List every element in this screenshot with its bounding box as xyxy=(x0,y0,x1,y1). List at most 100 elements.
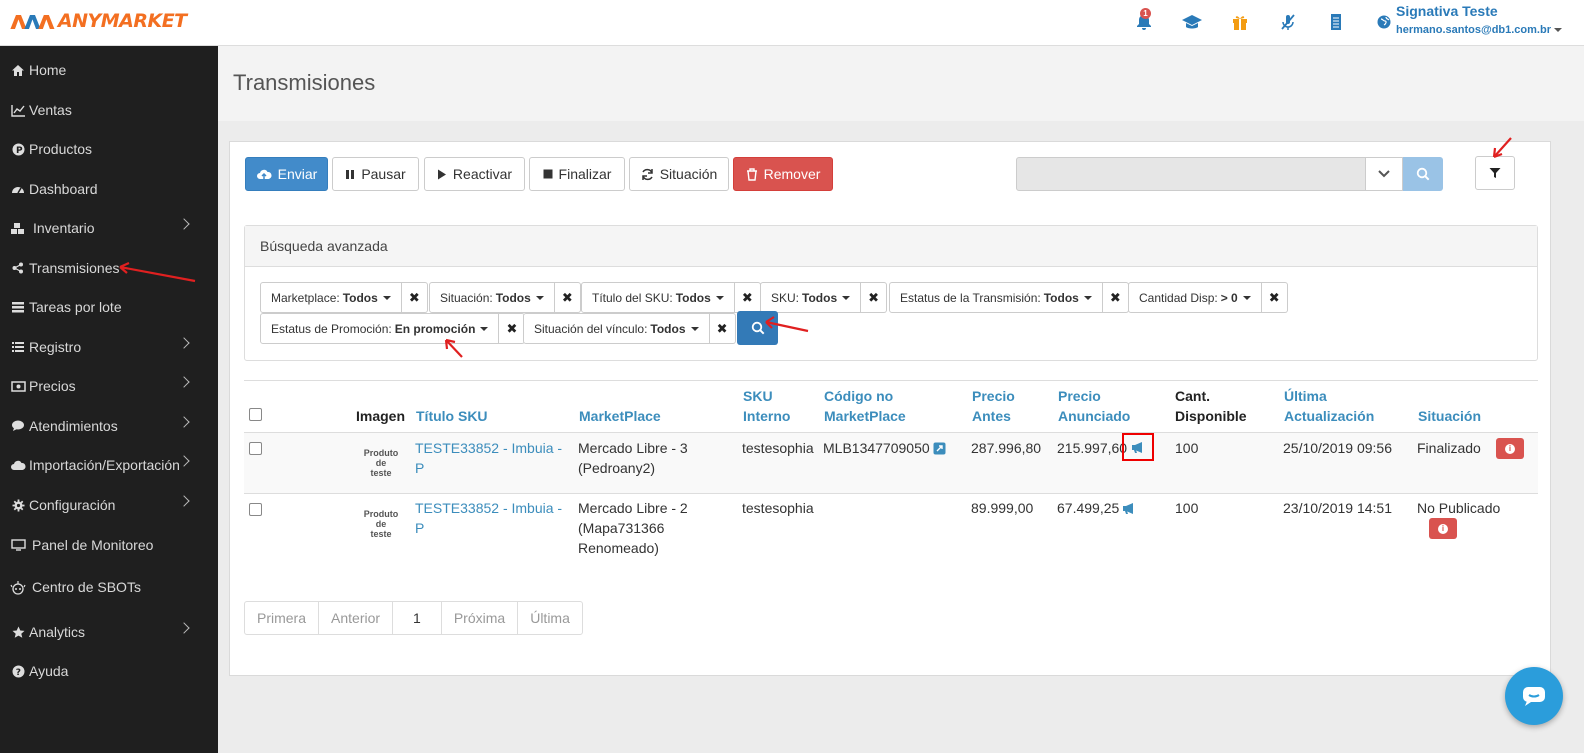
pagination-next[interactable]: Próxima xyxy=(442,602,519,634)
header-precio-anunciado[interactable]: Precio Anunciado xyxy=(1058,386,1130,426)
sku-title-link[interactable]: TESTE33852 - Imbuia - P xyxy=(415,498,562,538)
sidebar-item-registro[interactable]: Registro xyxy=(0,329,218,365)
sidebar-item-ayuda[interactable]: ? Ayuda xyxy=(0,653,218,689)
filter-remove-button[interactable]: ✖ xyxy=(734,282,761,313)
sidebar-item-tareas-por-lote[interactable]: Tareas por lote xyxy=(0,289,218,325)
pause-icon xyxy=(346,169,355,179)
sidebar-item-importacion[interactable]: Importación/Exportación xyxy=(0,447,218,483)
filter-titulo-sku-dropdown[interactable]: Título del SKU: Todos xyxy=(581,282,735,313)
sidebar-item-dashboard[interactable]: Dashboard xyxy=(0,171,218,207)
sidebar-item-label: Transmisiones xyxy=(29,260,120,276)
sidebar-item-label: Centro de SBOTs xyxy=(32,579,141,595)
header-titulo-sku[interactable]: Título SKU xyxy=(416,406,488,426)
header-situacion[interactable]: Situación xyxy=(1418,406,1481,426)
sku-title-link[interactable]: TESTE33852 - Imbuia - P xyxy=(415,438,562,478)
header-ultima-actualizacion[interactable]: Última Actualización xyxy=(1284,386,1374,426)
sidebar-item-panel-monitoreo[interactable]: Panel de Monitoreo xyxy=(0,527,218,563)
advanced-search-button[interactable] xyxy=(737,311,778,345)
precio-antes-cell: 287.996,80 xyxy=(971,440,1042,456)
filter-cantidad-disp-dropdown[interactable]: Cantidad Disp: > 0 xyxy=(1128,282,1262,313)
filter-remove-button[interactable]: ✖ xyxy=(1102,282,1129,313)
filter-remove-button[interactable]: ✖ xyxy=(709,313,736,344)
header-precio-antes[interactable]: Precio Antes xyxy=(972,386,1015,426)
pagination-current[interactable]: 1 xyxy=(393,602,442,634)
situacion-button[interactable]: Situación xyxy=(629,157,729,191)
document-icon[interactable] xyxy=(1312,10,1360,34)
gear-icon xyxy=(10,498,26,512)
filter-remove-button[interactable]: ✖ xyxy=(1261,282,1288,313)
sidebar-item-inventario[interactable]: Inventario xyxy=(0,210,218,246)
row-checkbox[interactable] xyxy=(249,442,262,455)
anymarket-logo[interactable]: ʌʌʌ ANYMARKET xyxy=(10,6,187,36)
user-menu[interactable]: Signativa Teste hermano.santos@db1.com.b… xyxy=(1396,3,1562,36)
header-line: Código no xyxy=(824,388,894,404)
filter-estatus-transmision-dropdown[interactable]: Estatus de la Transmisión: Todos xyxy=(889,282,1103,313)
bell-icon[interactable]: 1 xyxy=(1120,8,1168,34)
info-icon: i xyxy=(1438,523,1448,534)
chevron-right-icon xyxy=(178,622,190,634)
filter-remove-button[interactable]: ✖ xyxy=(554,282,581,313)
search-button[interactable] xyxy=(1403,157,1443,191)
gift-icon[interactable] xyxy=(1216,10,1264,34)
info-button[interactable]: i xyxy=(1429,518,1457,539)
filter-remove-button[interactable]: ✖ xyxy=(861,282,888,313)
sidebar-item-transmisiones[interactable]: Transmisiones xyxy=(0,250,218,286)
chat-button[interactable] xyxy=(1505,667,1563,725)
filter-value: Todos xyxy=(802,290,838,305)
precio-anunciado-text: 67.499,25 xyxy=(1057,500,1120,516)
search-dropdown-toggle[interactable] xyxy=(1365,157,1403,191)
info-button[interactable]: i xyxy=(1496,438,1524,459)
remover-label: Remover xyxy=(763,166,821,182)
enviar-button[interactable]: Enviar xyxy=(245,157,328,191)
graduation-cap-icon[interactable] xyxy=(1168,10,1216,34)
row-checkbox[interactable] xyxy=(249,503,262,516)
bullhorn-icon[interactable] xyxy=(1122,502,1137,515)
reactivar-button[interactable]: Reactivar xyxy=(424,157,525,191)
external-link-icon[interactable] xyxy=(933,442,946,455)
situacion-cell: Finalizado xyxy=(1417,440,1481,456)
pagination-last[interactable]: Última xyxy=(518,602,582,634)
filter-remove-button[interactable]: ✖ xyxy=(499,313,526,344)
filter-sku-dropdown[interactable]: SKU: Todos xyxy=(760,282,862,313)
finalizar-button[interactable]: Finalizar xyxy=(529,157,625,191)
sidebar-item-ventas[interactable]: Ventas xyxy=(0,92,218,128)
filter-value: Todos xyxy=(342,290,378,305)
sidebar-item-analytics[interactable]: Analytics xyxy=(0,614,218,650)
microphone-slash-icon[interactable] xyxy=(1264,10,1312,34)
user-email: hermano.santos@db1.com.br xyxy=(1396,24,1551,36)
filter-chip-estatus-transmision: Estatus de la Transmisión: Todos ✖ xyxy=(889,282,1129,313)
pagination-prev[interactable]: Anterior xyxy=(319,602,394,634)
remover-button[interactable]: Remover xyxy=(733,157,833,191)
filter-estatus-promocion-dropdown[interactable]: Estatus de Promoción: En promoción xyxy=(260,313,500,344)
header-marketplace[interactable]: MarketPlace xyxy=(579,406,661,426)
sidebar-item-productos[interactable]: P Productos xyxy=(0,131,218,167)
select-all-checkbox[interactable] xyxy=(249,408,262,421)
header-sku-interno[interactable]: SKU Interno xyxy=(743,386,790,426)
line-chart-icon xyxy=(10,103,26,117)
header-codigo-marketplace[interactable]: Código no MarketPlace xyxy=(824,386,906,426)
filter-situacion-vinculo-dropdown[interactable]: Situación del vínculo: Todos xyxy=(523,313,710,344)
sidebar-item-precios[interactable]: Precios xyxy=(0,368,218,404)
reactivar-label: Reactivar xyxy=(452,166,513,182)
pausar-button[interactable]: Pausar xyxy=(332,157,419,191)
pagination-first[interactable]: Primera xyxy=(245,602,320,634)
situacion-cell: No Publicado xyxy=(1417,500,1501,516)
pausar-label: Pausar xyxy=(361,166,406,182)
filter-button[interactable] xyxy=(1475,156,1515,190)
header-imagen: Imagen xyxy=(356,408,406,424)
thumb-text: teste xyxy=(370,468,392,478)
sidebar-item-label: Ventas xyxy=(29,102,72,118)
sidebar-item-centro-sbots[interactable]: Centro de SBOTs xyxy=(0,569,218,605)
advanced-search-title: Búsqueda avanzada xyxy=(245,226,1537,267)
sidebar-item-atendimientos[interactable]: Atendimientos xyxy=(0,408,218,444)
sidebar-item-configuracion[interactable]: Configuración xyxy=(0,487,218,523)
thumb-text: teste xyxy=(370,529,392,539)
header-cant-disponible: Cant. Disponible xyxy=(1175,386,1247,426)
search-input[interactable] xyxy=(1016,157,1366,191)
user-email-row: hermano.santos@db1.com.br xyxy=(1396,24,1562,36)
filter-marketplace-dropdown[interactable]: Marketplace: Todos xyxy=(260,282,402,313)
filter-value: > 0 xyxy=(1220,290,1238,305)
filter-remove-button[interactable]: ✖ xyxy=(401,282,428,313)
filter-situacion-dropdown[interactable]: Situación: Todos xyxy=(429,282,555,313)
sidebar-item-home[interactable]: Home xyxy=(0,52,218,88)
